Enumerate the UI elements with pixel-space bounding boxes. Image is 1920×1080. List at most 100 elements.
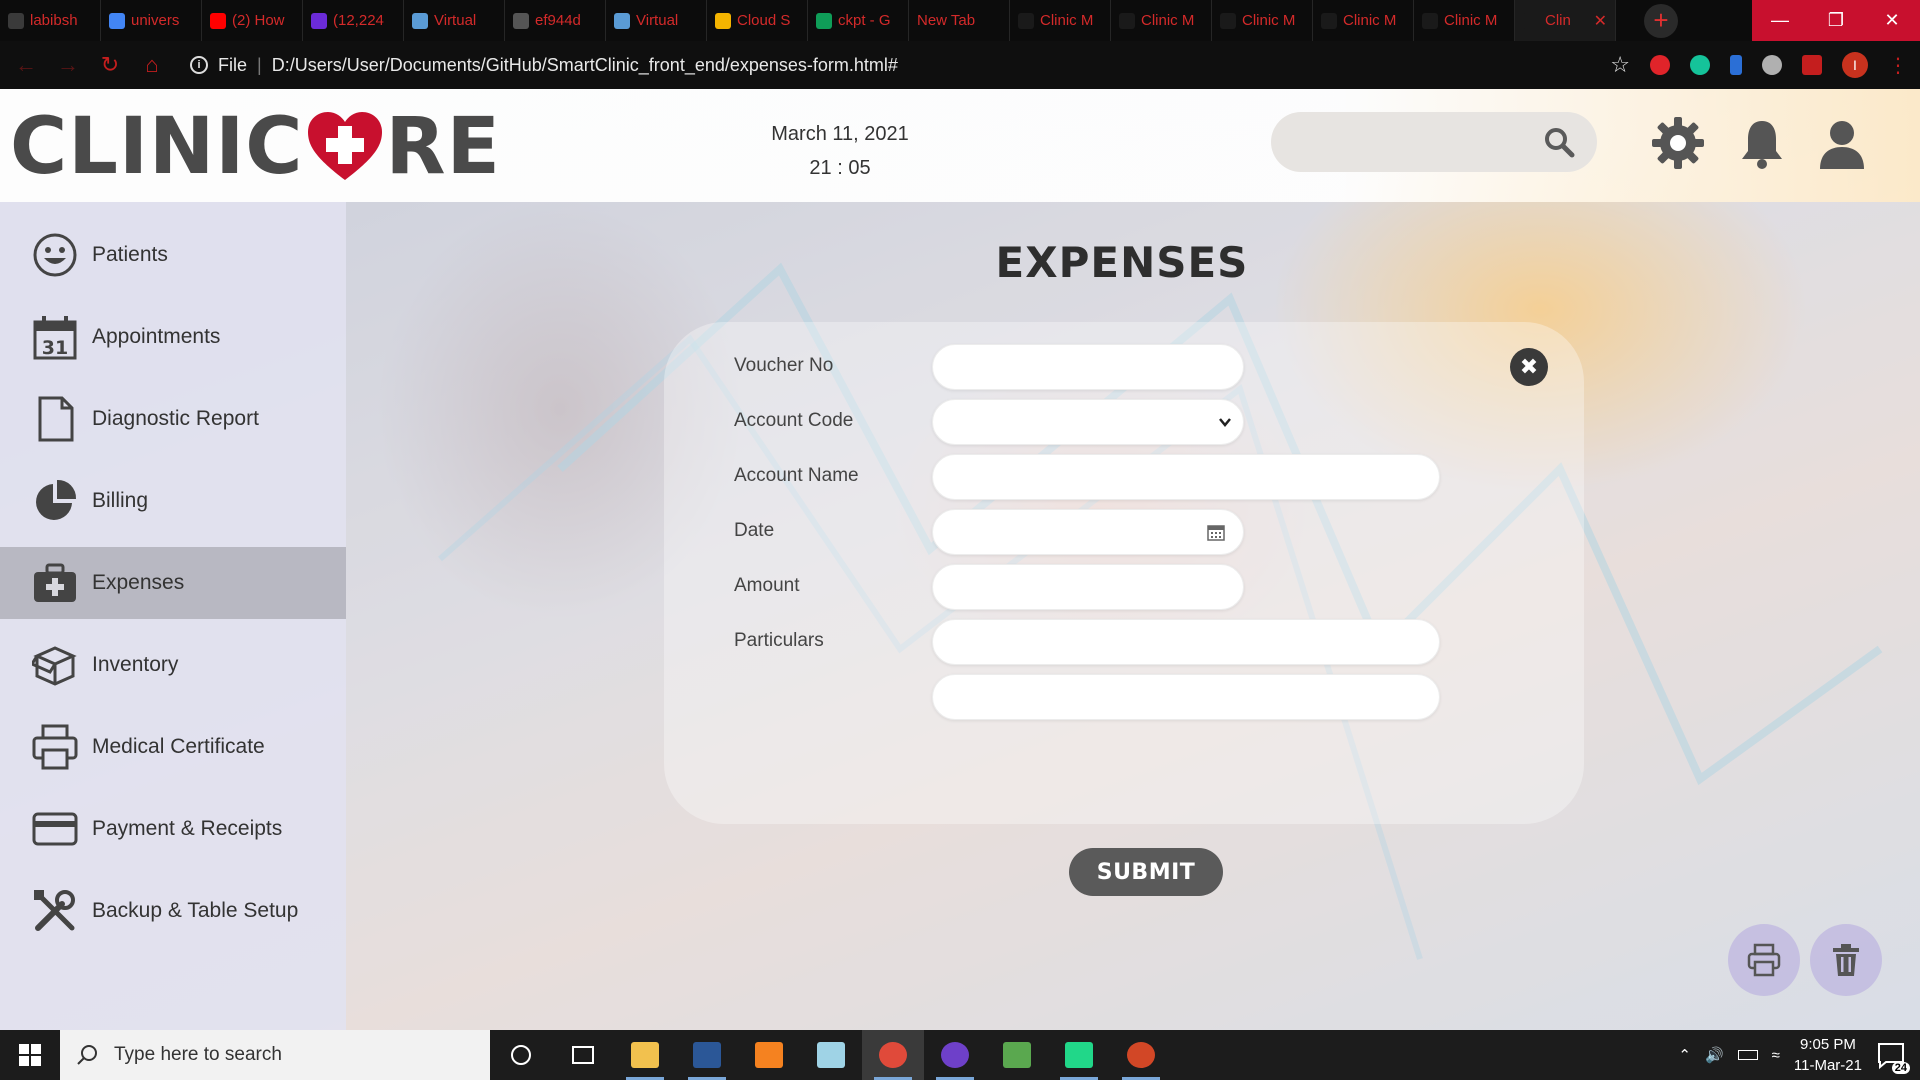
sidebar-item-billing[interactable]: Billing [0, 465, 346, 537]
file-explorer-icon[interactable] [614, 1030, 676, 1080]
forward-icon[interactable]: → [56, 52, 80, 78]
extensions-puzzle-icon[interactable] [1802, 55, 1822, 75]
profile-avatar[interactable]: I [1842, 52, 1868, 78]
browser-tab[interactable]: ckpt - G [808, 0, 909, 41]
browser-tab[interactable]: Virtual [404, 0, 505, 41]
browser-tab[interactable]: Clinic M [1414, 0, 1515, 41]
sidebar-item-backup-table-setup[interactable]: Backup & Table Setup [0, 875, 346, 947]
browser-menu-icon[interactable]: ⋮ [1888, 53, 1908, 78]
tab-favicon-icon [513, 12, 529, 29]
browser-tab[interactable]: Virtual [606, 0, 707, 41]
sidebar-item-label: Diagnostic Report [92, 407, 259, 430]
browser-tab[interactable]: (12,224 [303, 0, 404, 41]
powerpoint-icon[interactable] [1110, 1030, 1172, 1080]
tab-title: ef944d [535, 12, 581, 29]
cortana-icon[interactable] [490, 1030, 552, 1080]
delete-button[interactable] [1810, 924, 1882, 996]
voucher-no-input[interactable] [932, 344, 1244, 390]
tab-favicon-icon [1220, 12, 1236, 29]
header-search[interactable] [1271, 112, 1597, 172]
chrome-icon[interactable] [862, 1030, 924, 1080]
github-desktop-icon[interactable] [924, 1030, 986, 1080]
notification-center-icon[interactable]: 24 [1876, 1040, 1910, 1074]
sidebar-item-inventory[interactable]: Inventory [0, 629, 346, 701]
taskbar-clock[interactable]: 9:05 PM 11-Mar-21 [1794, 1034, 1862, 1076]
restore-button[interactable]: ❐ [1808, 0, 1864, 41]
particulars-extra-input[interactable] [932, 674, 1440, 720]
taskbar-search[interactable]: Type here to search [60, 1030, 490, 1080]
account-name-input[interactable] [932, 454, 1440, 500]
image-viewer-icon[interactable] [986, 1030, 1048, 1080]
sidebar-item-appointments[interactable]: 31 Appointments [0, 301, 346, 373]
particulars-input[interactable] [932, 619, 1440, 665]
chevron-up-icon[interactable]: ⌃ [1678, 1046, 1691, 1064]
calendar-picker-icon[interactable] [1207, 523, 1225, 541]
browser-tab[interactable]: Cloud S [707, 0, 808, 41]
tab-title: Clinic M [1343, 12, 1397, 29]
sidebar-item-patients[interactable]: Patients [0, 219, 346, 291]
start-button[interactable] [0, 1030, 60, 1080]
medical-bag-icon [34, 563, 76, 602]
close-tab-icon[interactable]: ✕ [1594, 11, 1607, 31]
task-view-icon[interactable] [552, 1030, 614, 1080]
browser-tab[interactable]: (2) How [202, 0, 303, 41]
calendar-icon: 31 [33, 316, 77, 360]
browser-tab[interactable]: New Tab [909, 0, 1010, 41]
search-icon[interactable] [1543, 126, 1575, 158]
tools-icon [34, 890, 75, 931]
sidebar-item-diagnostic-report[interactable]: Diagnostic Report [0, 383, 346, 455]
gear-icon[interactable] [1650, 115, 1706, 171]
browser-tab[interactable]: Clinic M [1111, 0, 1212, 41]
new-tab-button[interactable]: + [1644, 3, 1678, 38]
extension-adblock-icon[interactable] [1650, 55, 1670, 75]
sublime-text-icon[interactable] [738, 1030, 800, 1080]
submit-button[interactable]: SUBMIT [1069, 848, 1223, 896]
pie-chart-icon [36, 479, 77, 520]
user-avatar-icon[interactable] [1814, 115, 1870, 171]
notepad-icon[interactable] [800, 1030, 862, 1080]
close-form-button[interactable]: ✖ [1510, 348, 1548, 386]
tab-favicon-icon [210, 12, 226, 29]
close-window-button[interactable]: ✕ [1864, 0, 1920, 41]
home-icon[interactable]: ⌂ [140, 52, 164, 78]
tab-title: ckpt - G [838, 12, 891, 29]
site-info-icon[interactable]: i [190, 56, 208, 74]
expenses-form-card: ✖ Voucher No Account Code Account Name D… [664, 322, 1584, 824]
reload-icon[interactable]: ↻ [98, 52, 122, 78]
clinicare-logo[interactable]: CLINIC RE [10, 102, 501, 192]
taskbar-time: 9:05 PM [1800, 1036, 1856, 1053]
battery-icon[interactable] [1737, 1050, 1758, 1060]
back-icon[interactable]: ← [14, 52, 38, 78]
sidebar-item-payment-receipts[interactable]: Payment & Receipts [0, 793, 346, 865]
header-time: 21 : 05 [809, 157, 871, 179]
address-bar[interactable]: i File | D:/Users/User/Documents/GitHub/… [190, 55, 898, 76]
voucher-no-label: Voucher No [734, 355, 834, 376]
browser-tab[interactable]: ef944d [505, 0, 606, 41]
sidebar-item-expenses[interactable]: Expenses [0, 547, 346, 619]
bookmark-star-icon[interactable]: ☆ [1610, 52, 1630, 78]
minimize-button[interactable]: — [1752, 0, 1808, 41]
date-input[interactable] [932, 509, 1244, 555]
extension-grammarly-icon[interactable] [1690, 55, 1710, 75]
word-icon[interactable] [676, 1030, 738, 1080]
tab-favicon-icon [311, 12, 327, 29]
extension-cloud-icon[interactable] [1762, 55, 1782, 75]
toolbar-actions: ☆ I ⋮ [1610, 41, 1908, 89]
browser-tab[interactable]: Clinic M [1010, 0, 1111, 41]
pycharm-icon[interactable] [1048, 1030, 1110, 1080]
extension-bolt-icon[interactable] [1730, 55, 1742, 75]
sidebar-item-medical-certificate[interactable]: Medical Certificate [0, 711, 346, 783]
address-url[interactable]: D:/Users/User/Documents/GitHub/SmartClin… [272, 55, 898, 76]
tab-favicon-icon [614, 12, 630, 29]
browser-tab[interactable]: labibsh [0, 0, 101, 41]
browser-tab[interactable]: Clinic M [1212, 0, 1313, 41]
browser-tab[interactable]: Clinic M [1313, 0, 1414, 41]
browser-tab[interactable]: Clin ✕ [1515, 0, 1616, 41]
print-button[interactable] [1728, 924, 1800, 996]
browser-tab[interactable]: univers [101, 0, 202, 41]
account-code-select[interactable] [932, 399, 1244, 445]
wifi-icon[interactable]: ≈ [1772, 1047, 1780, 1064]
bell-icon[interactable] [1734, 115, 1790, 171]
speaker-icon[interactable]: 🔊 [1705, 1046, 1724, 1064]
amount-input[interactable] [932, 564, 1244, 610]
